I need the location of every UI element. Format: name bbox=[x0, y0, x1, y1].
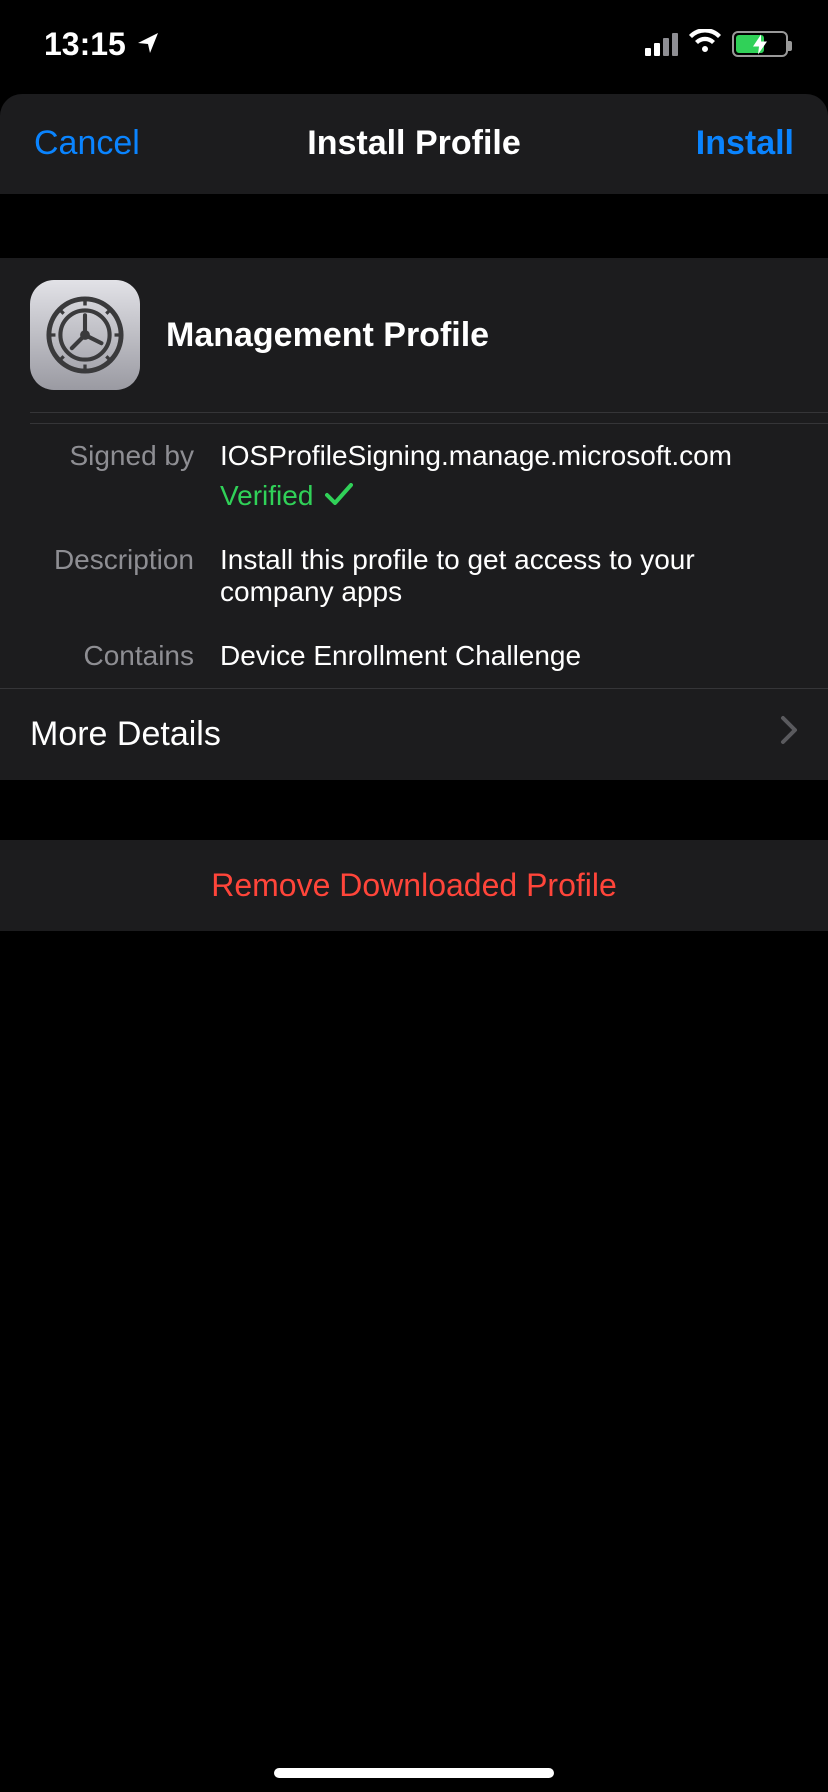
nav-bar: Cancel Install Profile Install bbox=[0, 94, 828, 194]
settings-gear-icon bbox=[30, 280, 140, 390]
section-gap bbox=[0, 780, 828, 840]
contains-value: Device Enrollment Challenge bbox=[220, 640, 798, 672]
contains-label: Contains bbox=[30, 640, 220, 672]
install-button[interactable]: Install bbox=[696, 124, 794, 163]
signed-by-row: Signed by IOSProfileSigning.manage.micro… bbox=[30, 423, 828, 528]
status-time: 13:15 bbox=[44, 26, 126, 63]
cancel-button[interactable]: Cancel bbox=[34, 124, 140, 163]
verified-text: Verified bbox=[220, 480, 313, 512]
signed-by-value: IOSProfileSigning.manage.microsoft.com V… bbox=[220, 440, 798, 512]
checkmark-icon bbox=[325, 480, 353, 512]
description-row: Description Install this profile to get … bbox=[0, 528, 828, 624]
status-right bbox=[645, 26, 788, 63]
location-icon bbox=[136, 26, 160, 63]
signed-by-text: IOSProfileSigning.manage.microsoft.com bbox=[220, 440, 798, 472]
profile-details: Signed by IOSProfileSigning.manage.micro… bbox=[0, 413, 828, 688]
cellular-signal-icon bbox=[645, 33, 678, 56]
more-details-label: More Details bbox=[30, 715, 221, 754]
chevron-right-icon bbox=[780, 715, 798, 754]
home-indicator[interactable] bbox=[274, 1768, 554, 1778]
more-details-row[interactable]: More Details bbox=[0, 688, 828, 780]
status-left: 13:15 bbox=[44, 26, 160, 63]
status-bar: 13:15 bbox=[0, 0, 828, 88]
profile-header: Management Profile bbox=[0, 258, 828, 412]
section-gap bbox=[0, 194, 828, 258]
description-label: Description bbox=[30, 544, 220, 576]
battery-icon bbox=[732, 31, 788, 57]
install-profile-sheet: Cancel Install Profile Install bbox=[0, 94, 828, 1792]
profile-section: Management Profile Signed by IOSProfileS… bbox=[0, 258, 828, 780]
wifi-icon bbox=[688, 26, 722, 63]
description-value: Install this profile to get access to yo… bbox=[220, 544, 798, 608]
signed-by-label: Signed by bbox=[30, 440, 220, 472]
remove-profile-button[interactable]: Remove Downloaded Profile bbox=[0, 840, 828, 931]
empty-area bbox=[0, 931, 828, 1792]
profile-name: Management Profile bbox=[166, 316, 489, 355]
contains-row: Contains Device Enrollment Challenge bbox=[0, 624, 828, 688]
verified-badge: Verified bbox=[220, 480, 798, 512]
